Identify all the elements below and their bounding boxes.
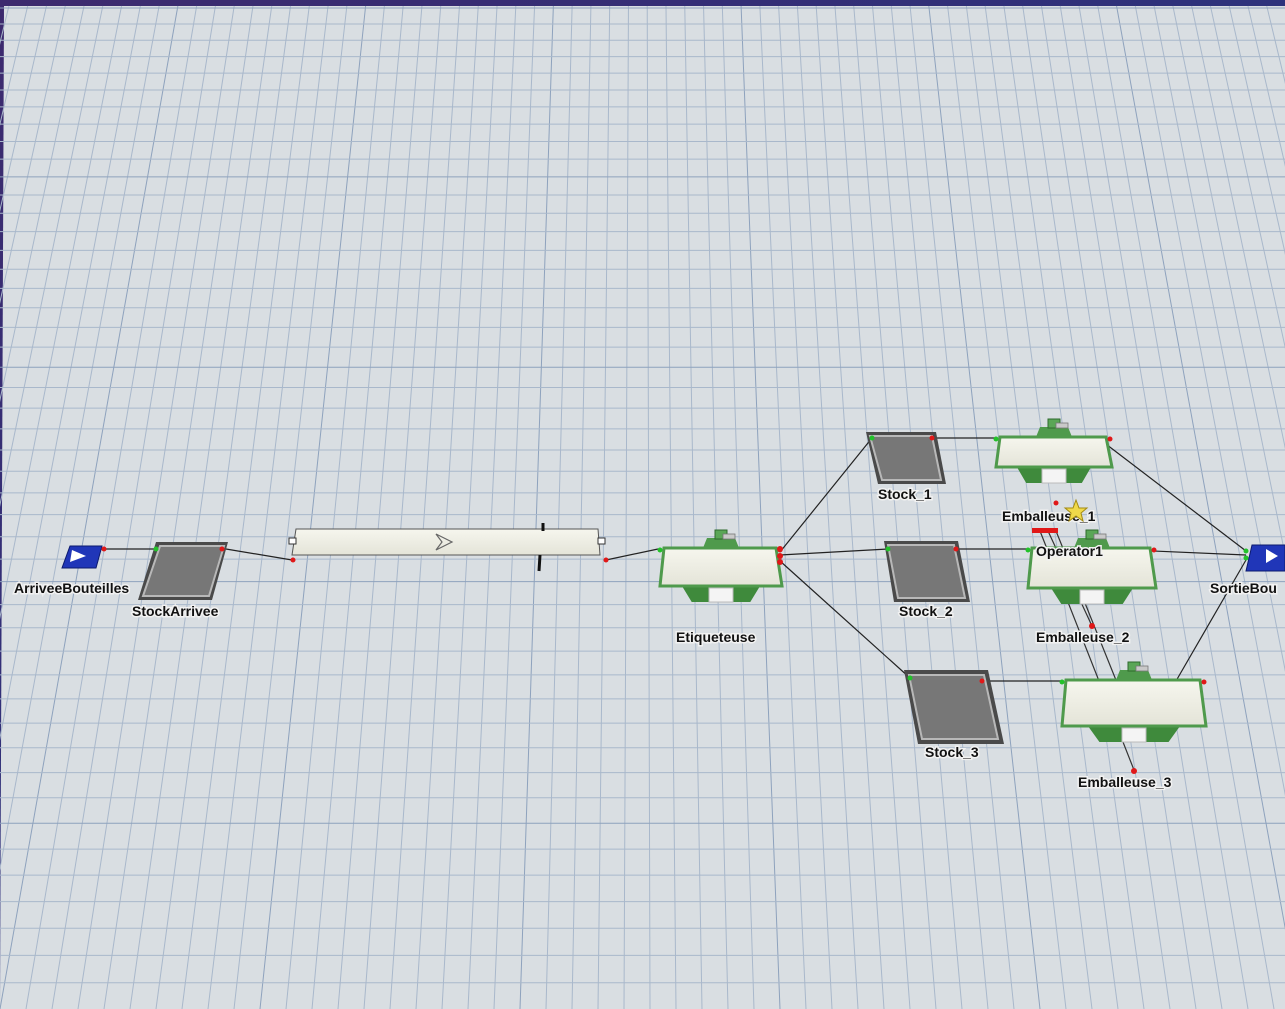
output-port (777, 553, 783, 559)
output-port (777, 546, 783, 552)
object-label: Emballeuse_3 (1078, 774, 1172, 790)
object-label: ArriveeBouteilles (14, 580, 129, 596)
object-label: Stock_2 (899, 603, 953, 619)
object-label: StockArrivee (132, 603, 219, 619)
object-label: Emballeuse_2 (1036, 629, 1130, 645)
output-port (1089, 623, 1095, 629)
object-label: SortieBou (1210, 580, 1277, 596)
object-label: Operator1 (1036, 543, 1103, 559)
model-3d-view[interactable]: ArriveeBouteilles StockArrivee Etiqueteu… (0, 0, 1285, 1009)
object-label: Stock_3 (925, 744, 979, 760)
output-port (777, 559, 783, 565)
object-label: Stock_1 (878, 486, 932, 502)
object-label: Etiqueteuse (676, 629, 756, 645)
output-port (1131, 768, 1137, 774)
